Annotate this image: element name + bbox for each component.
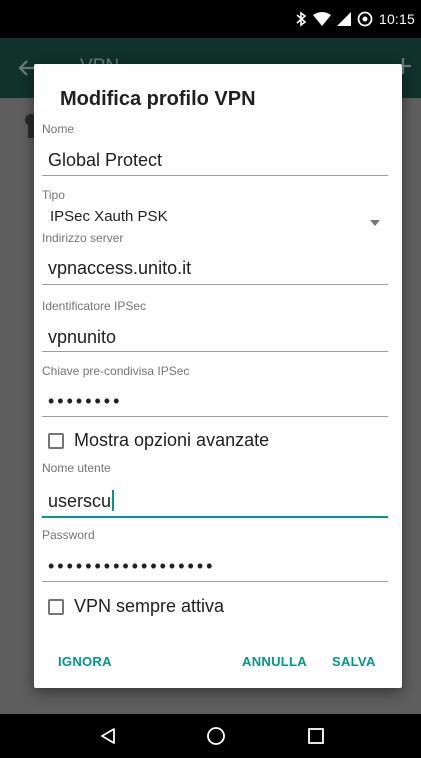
- advanced-options-row[interactable]: Mostra opzioni avanzate: [48, 430, 269, 451]
- username-value: userscu: [48, 491, 112, 511]
- psk-field-underline: [42, 416, 388, 417]
- status-icons: 10:15: [295, 8, 415, 30]
- ipsec-id-field[interactable]: vpnunito: [48, 327, 116, 348]
- username-field-underline: [42, 516, 388, 518]
- advanced-options-label: Mostra opzioni avanzate: [74, 430, 270, 450]
- advanced-options-checkbox[interactable]: [48, 432, 64, 449]
- data-saver-icon: [357, 11, 373, 27]
- password-field[interactable]: ••••••••••••••••••: [48, 556, 215, 577]
- always-on-label: VPN sempre attiva: [74, 596, 225, 616]
- psk-label: Chiave pre-condivisa IPSec: [42, 364, 190, 378]
- ipsec-id-label: Identificatore IPSec: [42, 299, 147, 313]
- navigation-bar: [0, 714, 421, 758]
- password-label: Password: [42, 528, 95, 542]
- nav-recents-icon[interactable]: [296, 722, 336, 750]
- dialog-title: Modifica profilo VPN: [60, 88, 256, 110]
- server-label: Indirizzo server: [42, 231, 124, 245]
- nav-home-icon[interactable]: [196, 722, 236, 750]
- name-label: Nome: [42, 122, 75, 136]
- wifi-icon: [312, 12, 331, 26]
- screen: 10:15 VPN Modifica profilo VPN Nome: [0, 0, 421, 758]
- cancel-button[interactable]: ANNULLA: [242, 654, 307, 669]
- save-button[interactable]: SALVA: [332, 654, 376, 669]
- type-dropdown[interactable]: IPSec Xauth PSK: [50, 208, 168, 225]
- dropdown-arrow-icon[interactable]: [370, 213, 380, 231]
- status-bar: 10:15: [0, 0, 421, 38]
- password-field-underline: [42, 581, 388, 582]
- server-field[interactable]: vpnaccess.unito.it: [48, 258, 191, 279]
- always-on-checkbox[interactable]: [48, 598, 64, 615]
- username-field[interactable]: userscu: [48, 490, 114, 512]
- signal-icon: [336, 12, 351, 26]
- username-label: Nome utente: [42, 461, 111, 475]
- name-field[interactable]: Global Protect: [48, 150, 162, 171]
- name-field-underline: [42, 175, 388, 176]
- psk-field[interactable]: ••••••••: [48, 391, 122, 412]
- ignore-button[interactable]: IGNORA: [58, 654, 112, 669]
- server-field-underline: [42, 284, 388, 285]
- always-on-row[interactable]: VPN sempre attiva: [48, 596, 224, 617]
- nav-back-icon[interactable]: [88, 722, 128, 750]
- ipsec-id-field-underline: [42, 351, 388, 352]
- edit-vpn-profile-dialog: Modifica profilo VPN Nome Global Protect…: [34, 64, 402, 688]
- status-time: 10:15: [378, 11, 415, 27]
- bluetooth-icon: [295, 11, 307, 27]
- type-label: Tipo: [42, 188, 65, 202]
- text-cursor: [112, 490, 114, 511]
